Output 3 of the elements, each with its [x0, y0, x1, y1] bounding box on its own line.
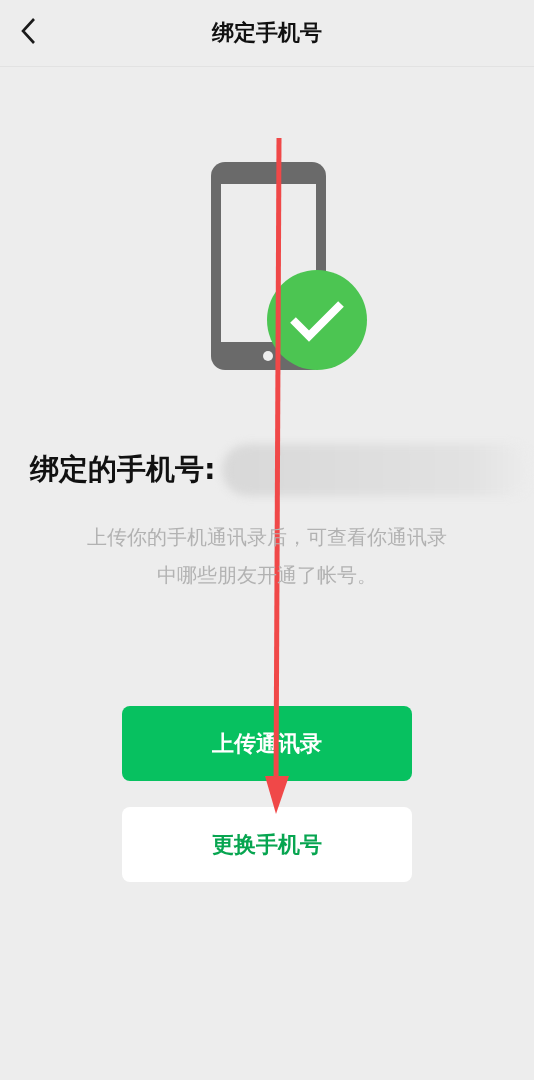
bound-number-label: 绑定的手机号:: [30, 451, 216, 488]
change-number-button[interactable]: 更换手机号: [122, 807, 412, 882]
page-title: 绑定手机号: [212, 19, 322, 47]
